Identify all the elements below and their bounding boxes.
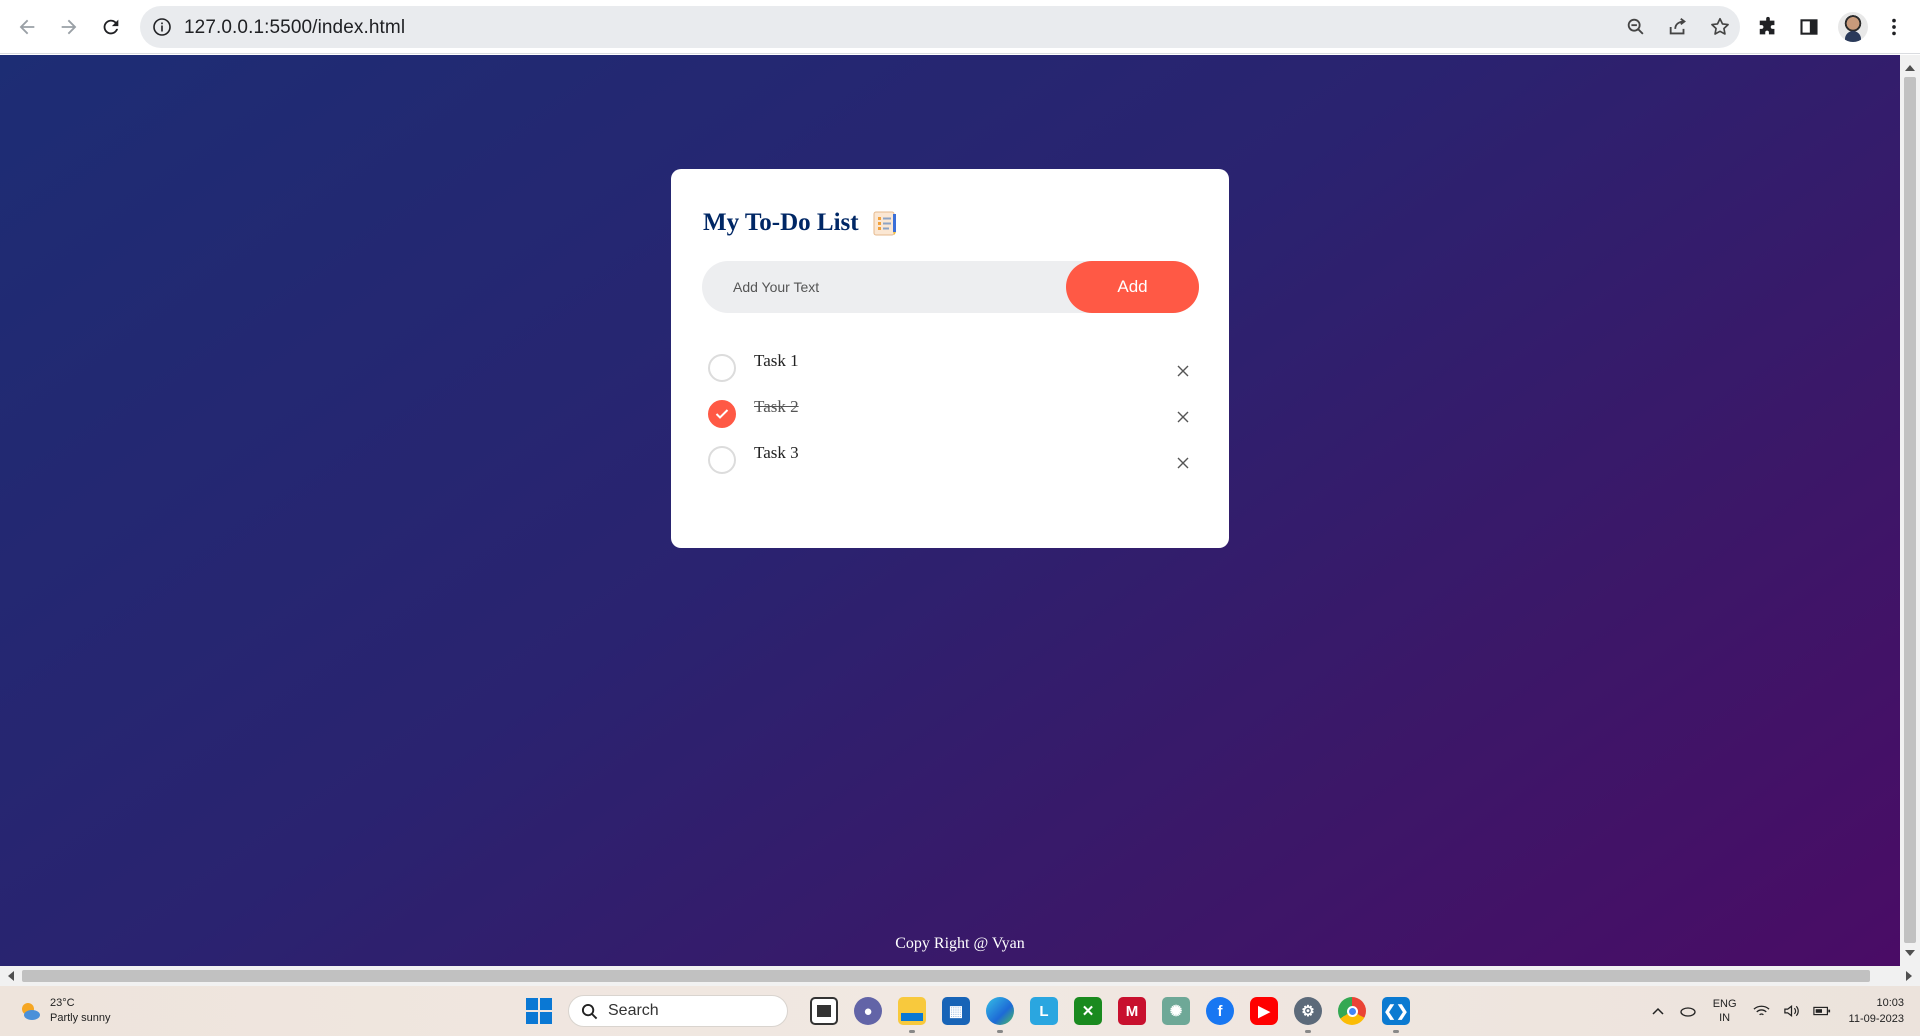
extensions-icon[interactable] — [1754, 13, 1782, 41]
language-indicator[interactable]: ENG IN — [1713, 997, 1737, 1025]
weather-widget[interactable]: 23°C Partly sunny — [18, 996, 111, 1026]
taskbar-apps: Search ● ▦ L ✕ M ✺ f ▶ ⚙ ❮❯ — [526, 994, 1418, 1033]
task-input-row: Add — [702, 261, 1199, 313]
close-icon — [1177, 411, 1189, 423]
task-label[interactable]: Task 1 — [754, 351, 799, 371]
todo-title-text: My To-Do List — [703, 209, 859, 236]
arrow-left-icon — [19, 19, 35, 35]
task-checkbox[interactable] — [708, 446, 736, 474]
task-item[interactable]: Task 1 — [708, 347, 1198, 393]
url-text[interactable]: 127.0.0.1:5500/index.html — [184, 17, 405, 39]
teams-chat-icon[interactable]: ● — [854, 997, 882, 1025]
clock-time: 10:03 — [1876, 997, 1904, 1009]
file-manager-icon[interactable] — [810, 997, 838, 1025]
close-icon — [1177, 365, 1189, 377]
forward-button[interactable] — [52, 10, 86, 44]
reload-icon — [103, 19, 119, 35]
reload-button[interactable] — [94, 10, 128, 44]
file-explorer-icon[interactable] — [898, 997, 926, 1033]
task-list: Task 1 Task 2 Task 3 — [708, 347, 1198, 485]
page-viewport: My To-Do List Add Task 1 — [0, 55, 1900, 966]
onedrive-icon[interactable] — [1679, 1002, 1697, 1020]
chevron-up-icon[interactable] — [1649, 1002, 1667, 1020]
todo-title: My To-Do List — [703, 209, 899, 237]
task-label[interactable]: Task 3 — [754, 443, 799, 463]
add-button[interactable]: Add — [1066, 261, 1199, 313]
facebook-icon[interactable]: f — [1206, 997, 1234, 1025]
taskbar-clock[interactable]: 10:03 11-09-2023 — [1849, 995, 1904, 1027]
arrow-right-icon — [61, 19, 77, 35]
scroll-down-icon[interactable] — [1905, 950, 1915, 956]
task-label[interactable]: Task 2 — [754, 397, 799, 417]
task-input[interactable] — [702, 261, 1062, 313]
profile-avatar[interactable] — [1838, 12, 1868, 42]
scroll-thumb[interactable] — [22, 970, 1870, 982]
horizontal-scrollbar[interactable] — [0, 966, 1920, 986]
task-item[interactable]: Task 2 — [708, 393, 1198, 439]
browser-toolbar: 127.0.0.1:5500/index.html — [0, 0, 1920, 54]
close-icon — [1177, 457, 1189, 469]
share-icon[interactable] — [1666, 15, 1690, 39]
address-bar[interactable]: 127.0.0.1:5500/index.html — [140, 6, 1740, 48]
weather-condition: Partly sunny — [50, 1012, 111, 1024]
checkmark-icon — [715, 409, 729, 419]
zoom-icon[interactable] — [1624, 15, 1648, 39]
task-item[interactable]: Task 3 — [708, 439, 1198, 485]
edge-icon[interactable] — [986, 997, 1014, 1033]
scroll-thumb[interactable] — [1904, 77, 1916, 943]
vscode-icon[interactable]: ❮❯ — [1382, 997, 1410, 1033]
windows-taskbar: 23°C Partly sunny Search ● ▦ L ✕ M ✺ f ▶… — [0, 986, 1920, 1036]
todo-card: My To-Do List Add Task 1 — [671, 169, 1229, 548]
info-icon[interactable] — [152, 17, 172, 37]
side-panel-icon[interactable] — [1795, 13, 1823, 41]
settings-icon[interactable]: ⚙ — [1294, 997, 1322, 1033]
xbox-icon[interactable]: ✕ — [1074, 997, 1102, 1025]
scroll-left-icon[interactable] — [8, 971, 14, 981]
scroll-right-icon[interactable] — [1906, 971, 1912, 981]
mcafee-icon[interactable]: M — [1118, 997, 1146, 1025]
task-checkbox[interactable] — [708, 400, 736, 428]
battery-icon[interactable] — [1812, 1002, 1831, 1020]
windows-start-icon[interactable] — [526, 998, 552, 1024]
youtube-icon[interactable]: ▶ — [1250, 997, 1278, 1025]
l-app-icon[interactable]: L — [1030, 997, 1058, 1025]
microsoft-store-icon[interactable]: ▦ — [942, 997, 970, 1025]
taskbar-search[interactable]: Search — [568, 995, 788, 1027]
remove-task-button[interactable] — [1168, 402, 1198, 432]
vertical-scrollbar[interactable] — [1900, 55, 1920, 966]
search-label: Search — [608, 1002, 659, 1019]
notepad-icon — [871, 209, 899, 237]
task-checkbox[interactable] — [708, 354, 736, 382]
partly-sunny-icon — [18, 999, 42, 1023]
system-tray: ENG IN 10:03 11-09-2023 — [1643, 986, 1920, 1036]
remove-task-button[interactable] — [1168, 356, 1198, 386]
bookmark-star-icon[interactable] — [1708, 15, 1732, 39]
wifi-icon[interactable] — [1753, 1002, 1771, 1020]
search-icon — [581, 1003, 598, 1019]
chrome-icon[interactable] — [1338, 997, 1366, 1025]
language-line2: IN — [1719, 1012, 1731, 1024]
language-line1: ENG — [1712, 998, 1737, 1010]
menu-kebab-icon[interactable] — [1880, 13, 1908, 41]
scroll-up-icon[interactable] — [1905, 65, 1915, 71]
remove-task-button[interactable] — [1168, 448, 1198, 478]
weather-temp: 23°C — [50, 997, 75, 1009]
chatgpt-icon[interactable]: ✺ — [1162, 997, 1190, 1025]
back-button[interactable] — [10, 10, 44, 44]
volume-icon[interactable] — [1783, 1002, 1801, 1020]
clock-date: 11-09-2023 — [1848, 1013, 1904, 1025]
footer-copyright: Copy Right @ Vyan — [895, 935, 1025, 952]
